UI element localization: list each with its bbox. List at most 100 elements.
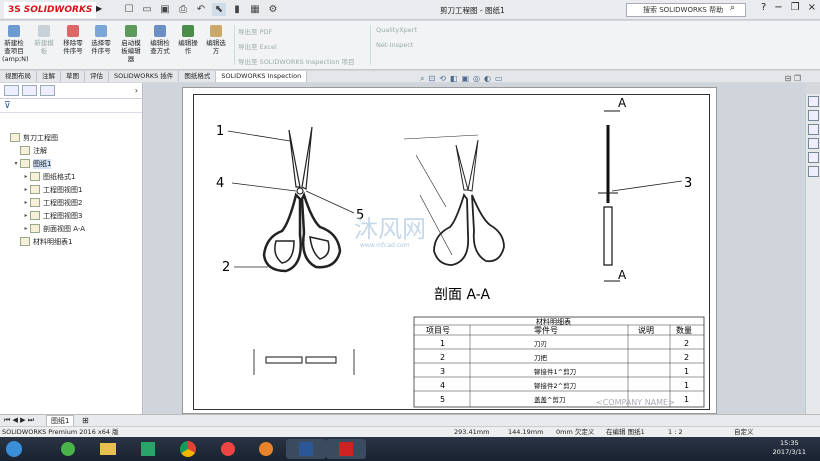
zoom-fit-icon[interactable]: ⌕: [420, 74, 424, 84]
chrome-icon[interactable]: [168, 439, 208, 459]
tree-node[interactable]: ▸ 剖面视图 A-A: [0, 222, 142, 235]
template-editor-button[interactable]: 启动模板编辑器: [119, 25, 143, 63]
tree-node-label: 剪刀工程图: [23, 133, 58, 142]
solidworks-taskbar-icon[interactable]: [326, 439, 366, 459]
tree-expander-icon[interactable]: ▸: [22, 212, 30, 219]
tab-sketch[interactable]: 草图: [61, 71, 85, 82]
tree-node[interactable]: ▸ 工程图视图1: [0, 183, 142, 196]
tab-addins[interactable]: SOLIDWORKS 插件: [109, 71, 180, 82]
settings-icon[interactable]: ⚙: [266, 3, 280, 16]
status-units[interactable]: 自定义: [734, 427, 754, 437]
undo-icon[interactable]: ↶: [194, 3, 208, 16]
word-icon[interactable]: [286, 439, 326, 459]
tree-node[interactable]: ▸ 工程图视图3: [0, 209, 142, 222]
tree-expander-icon[interactable]: ▸: [22, 225, 30, 232]
status-x: 293.41mm: [454, 428, 490, 436]
balloon-3[interactable]: 3: [684, 176, 692, 191]
tree-node[interactable]: ▸ 工程图视图2: [0, 196, 142, 209]
drawing-canvas[interactable]: ⌕ ⊡ ⟲ ◧ ▣ ◎ ◐ ▭ ⊟ ❐ 1 2 3 4 5 A A 剖面 A-A…: [144, 74, 805, 414]
app-green-icon[interactable]: [128, 439, 168, 459]
select-pointer-icon[interactable]: ⬉: [212, 3, 226, 16]
minimize-icon[interactable]: −: [774, 2, 782, 13]
property-tab-icon[interactable]: [22, 85, 37, 96]
edit-operation-button[interactable]: 编辑操作: [176, 25, 200, 55]
tree-expander-icon[interactable]: ▸: [22, 199, 30, 206]
filter-icon[interactable]: ⊽: [0, 99, 142, 113]
restore-icon[interactable]: ❐: [791, 2, 800, 13]
print-icon[interactable]: ⎙: [176, 3, 190, 16]
design-library-icon[interactable]: [807, 110, 819, 121]
search-icon[interactable]: ⌕: [730, 3, 735, 13]
remove-balloon-button[interactable]: 移除零件序号: [61, 25, 85, 55]
tree-node[interactable]: 注解: [0, 144, 142, 157]
tree-node[interactable]: 材料明细表1: [0, 235, 142, 248]
view-palette-icon[interactable]: [807, 138, 819, 149]
system-clock[interactable]: 15:35 2017/3/11: [773, 439, 806, 457]
tree-node[interactable]: ▾ 图纸1: [0, 157, 142, 170]
new-inspection-button[interactable]: 新建检查项目 (amp;N): [2, 25, 29, 63]
section-line-label-bottom[interactable]: A: [618, 268, 627, 282]
balloon-2[interactable]: 2: [222, 260, 230, 275]
open-file-icon[interactable]: ▭: [140, 3, 154, 16]
bill-of-materials[interactable]: 材料明细表 项目号 零件号 说明 数量 1 刀刃 2 2 刀把 2 3 铆接件1^剪刀 1 4 铆接…: [413, 316, 705, 408]
tree-node[interactable]: 剪刀工程图: [0, 131, 142, 144]
new-template-button[interactable]: 新建模板: [32, 25, 56, 55]
display-style-icon[interactable]: ▣: [461, 74, 469, 84]
tree-node[interactable]: ▸ 图纸格式1: [0, 170, 142, 183]
zoom-area-icon[interactable]: ⊡: [428, 74, 435, 84]
weibo-icon[interactable]: [208, 439, 248, 459]
tab-sheet-format[interactable]: 图纸格式: [179, 71, 217, 82]
media-player-icon[interactable]: [246, 439, 286, 459]
edit-method-button[interactable]: 编辑检查方式: [148, 25, 172, 55]
tab-evaluate[interactable]: 评估: [85, 71, 109, 82]
export-excel-button[interactable]: 导出至 Excel: [238, 41, 277, 51]
grid-icon[interactable]: ▦: [248, 3, 262, 16]
add-sheet-icon[interactable]: ⊞: [82, 416, 89, 425]
tree-expander-icon[interactable]: ▾: [12, 160, 20, 167]
appearance-icon[interactable]: [807, 152, 819, 163]
home-icon[interactable]: [807, 96, 819, 107]
tab-annotation[interactable]: 注解: [37, 71, 61, 82]
tree-expander-icon[interactable]: ▸: [22, 173, 30, 180]
close-icon[interactable]: ×: [808, 2, 816, 13]
help-menu-icon[interactable]: ?: [761, 2, 766, 13]
config-tab-icon[interactable]: [40, 85, 55, 96]
button-label: 编辑检查方式: [150, 39, 170, 55]
balloon-4[interactable]: 4: [216, 176, 224, 191]
custom-properties-icon[interactable]: [807, 166, 819, 177]
scene-icon[interactable]: ◐: [484, 74, 491, 84]
hide-show-icon[interactable]: ◎: [473, 74, 480, 84]
tab-view-layout[interactable]: 视图布局: [0, 71, 37, 82]
traffic-light-icon[interactable]: ▮: [230, 3, 244, 16]
start-button[interactable]: [2, 439, 26, 459]
menu-expand-icon[interactable]: ▶: [96, 4, 102, 13]
new-file-icon[interactable]: ☐: [122, 3, 136, 16]
bom-cell: 刀把: [534, 353, 548, 362]
drawing-sheet[interactable]: 1 2 3 4 5 A A 剖面 A-A 沐风网 www.mfcad.com 材…: [182, 87, 717, 414]
help-search-input[interactable]: 搜索 SOLIDWORKS 帮助: [626, 3, 746, 17]
status-scale[interactable]: 1 : 2: [668, 427, 683, 437]
file-explorer-icon[interactable]: [807, 124, 819, 135]
panel-expand-icon[interactable]: ›: [135, 86, 138, 95]
balloon-1[interactable]: 1: [216, 124, 224, 139]
net-inspect-button[interactable]: Net-Inspect: [376, 41, 413, 49]
select-balloon-button[interactable]: 选择零件序号: [89, 25, 113, 55]
tree-node-icon: [20, 159, 30, 168]
previous-view-icon[interactable]: ⟲: [439, 74, 446, 84]
export-pdf-button[interactable]: 导出至 PDF: [238, 26, 272, 36]
tab-inspection[interactable]: SOLIDWORKS Inspection: [216, 71, 308, 82]
explorer-icon[interactable]: [88, 439, 128, 459]
feature-tree-tab-icon[interactable]: [4, 85, 19, 96]
app-360-icon[interactable]: [48, 439, 88, 459]
save-icon[interactable]: ▣: [158, 3, 172, 16]
export-project-button[interactable]: 导出至 SOLIDWORKS Inspection 项目: [238, 56, 355, 66]
section-line-label-top[interactable]: A: [618, 96, 627, 110]
sheet-nav-arrows[interactable]: ⏮ ◀ ▶ ⏭: [4, 416, 34, 425]
viewport-controls[interactable]: ⊟ ❐: [785, 74, 801, 83]
tree-expander-icon[interactable]: ▸: [22, 186, 30, 193]
view-settings-icon[interactable]: ▭: [495, 74, 503, 84]
section-view-label[interactable]: 剖面 A-A: [434, 287, 490, 303]
edit-option-button[interactable]: 编辑选方: [204, 25, 228, 55]
qualityxpert-button[interactable]: QualityXpert: [376, 26, 417, 34]
section-view-icon[interactable]: ◧: [450, 74, 458, 84]
